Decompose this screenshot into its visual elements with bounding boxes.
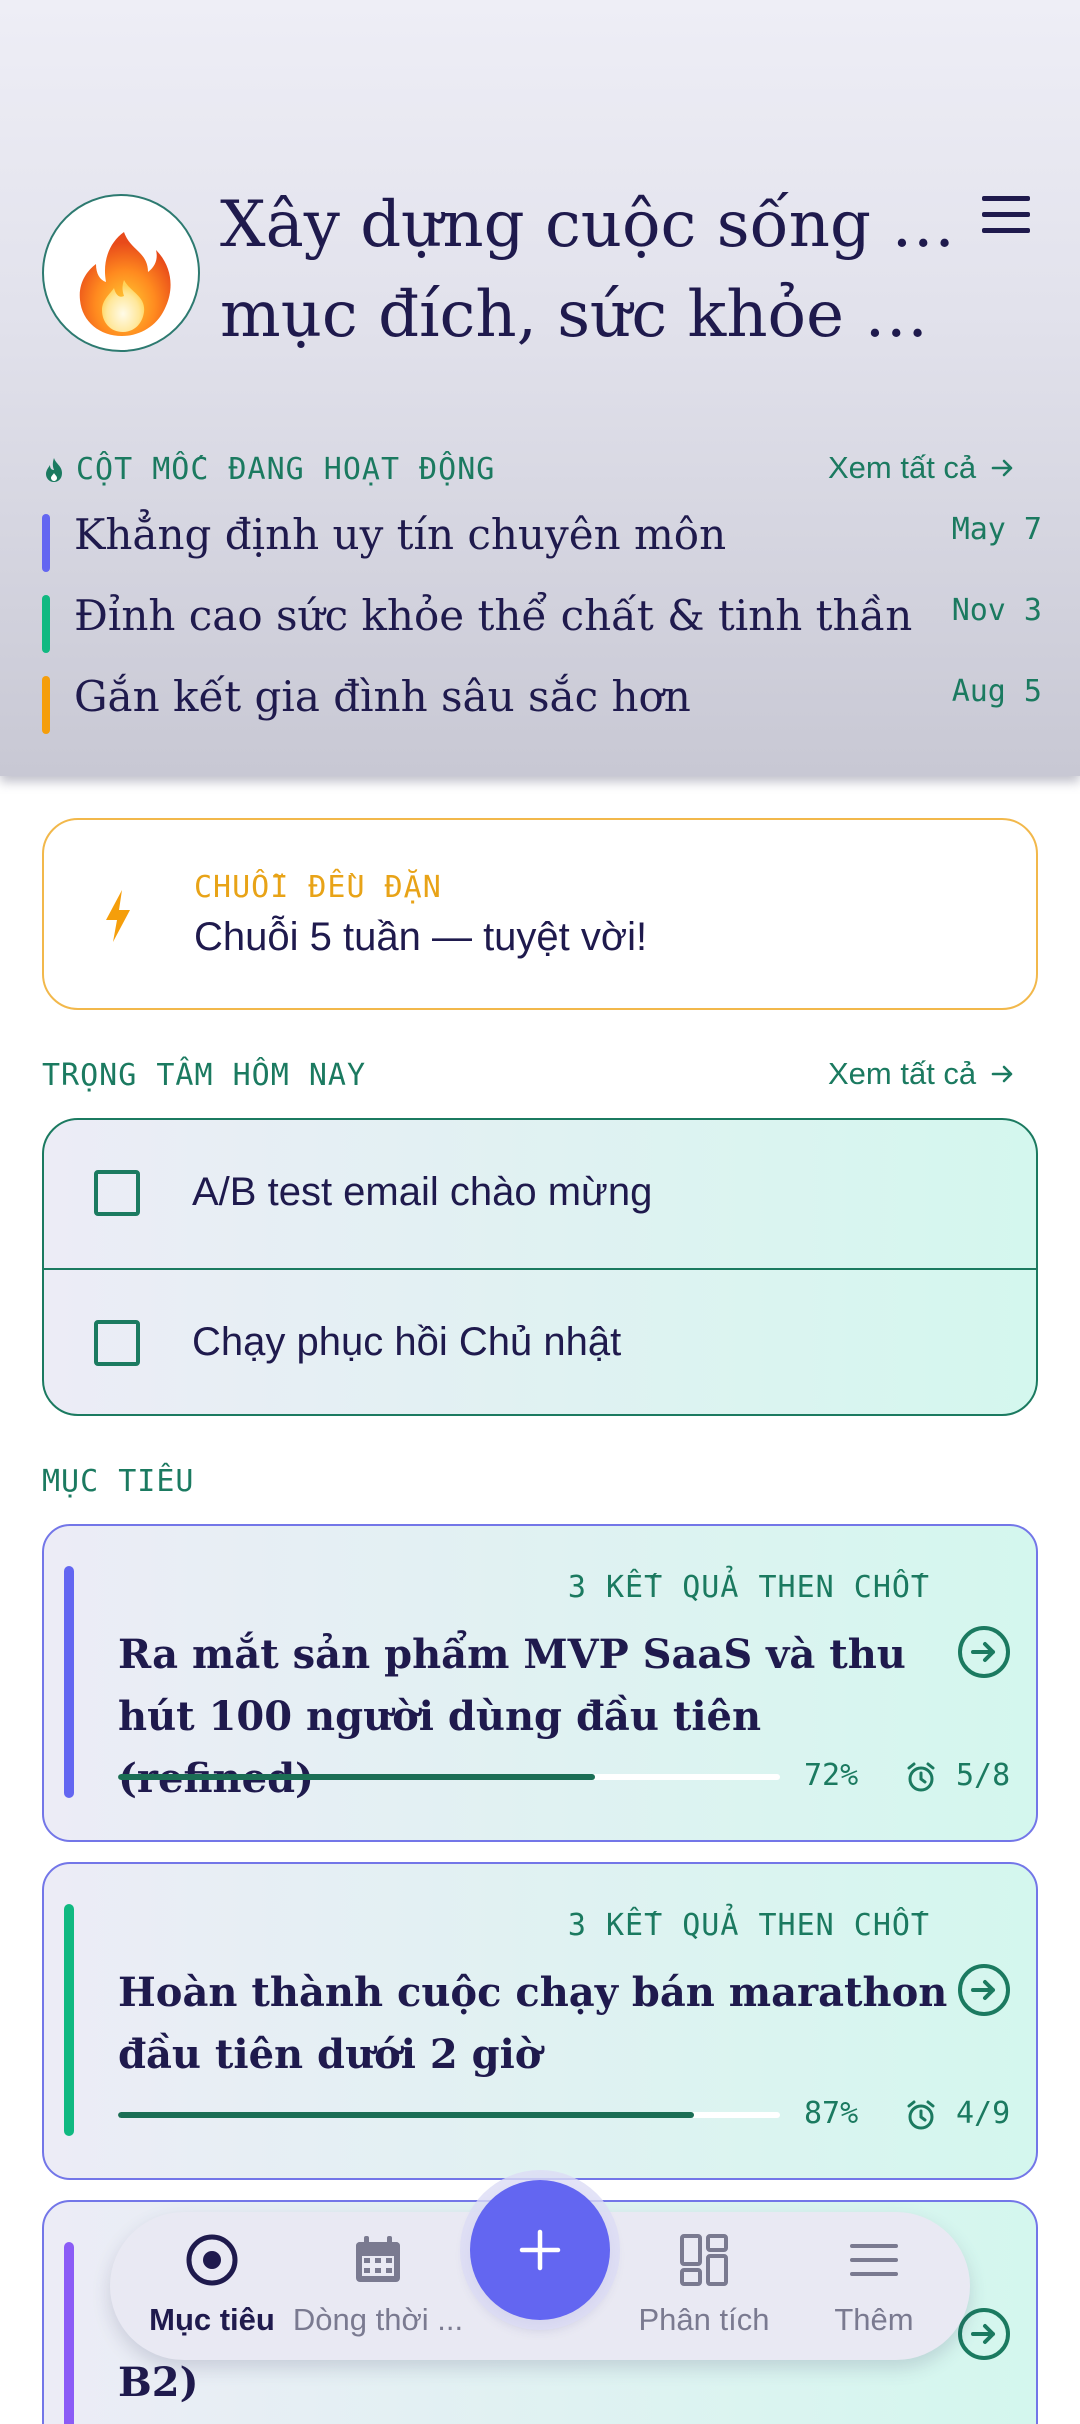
milestone-title: Đỉnh cao sức khỏe thể chất & tinh thần: [74, 591, 913, 640]
flame-small-icon: [46, 457, 62, 482]
page-title: Xây dựng cuộc sống có mục đích, sức khỏe…: [220, 180, 960, 360]
arrow-right-icon: [991, 1065, 1013, 1083]
milestone-title: Gắn kết gia đình sâu sắc hơn: [74, 672, 691, 721]
nav-item-more[interactable]: Thêm: [784, 2232, 964, 2342]
milestones-label: CỘT MỐC ĐANG HOẠT ĐỘNG: [76, 452, 496, 487]
goal-card[interactable]: 3 KẾT QUẢ THEN CHỐT Hoàn thành cuộc chạy…: [42, 1862, 1038, 2180]
goal-count: 4/9: [956, 2096, 1011, 2131]
add-button[interactable]: [470, 2180, 610, 2320]
dashboard-icon: [680, 2234, 728, 2286]
milestone-item[interactable]: Gắn kết gia đình sâu sắc hơn Aug 5: [42, 672, 1042, 734]
goal-progress-percent: 72%: [804, 1758, 859, 1793]
arrow-circle-right-icon[interactable]: [956, 1962, 1012, 2018]
milestone-item[interactable]: Đỉnh cao sức khỏe thể chất & tinh thần N…: [42, 591, 1042, 653]
focus-label: TRỌNG TÂM HÔM NAY: [42, 1058, 367, 1093]
fire-icon: [79, 232, 171, 336]
page-title-line-1: Xây dựng cuộc sống có: [220, 188, 960, 262]
goal-count: 5/8: [956, 1758, 1011, 1793]
task-text: Chạy phục hồi Chủ nhật: [192, 1320, 622, 1364]
nav-label: Phân tích: [638, 2302, 770, 2337]
lightning-icon: [106, 890, 130, 942]
key-results-count: 3 KẾT QUẢ THEN CHỐT: [567, 1908, 930, 1943]
focus-see-all-link[interactable]: Xem tất cả: [828, 1056, 1016, 1092]
milestone-color-bar: [42, 595, 50, 653]
milestone-title: Khẳng định uy tín chuyên môn: [74, 510, 727, 559]
milestone-color-bar: [42, 514, 50, 572]
focus-task-row[interactable]: Chạy phục hồi Chủ nhật: [44, 1268, 1036, 1414]
goal-progress-fill: [118, 1774, 595, 1780]
milestones-see-all-link[interactable]: Xem tất cả: [828, 450, 1016, 486]
streak-label: CHUỖI ĐỀU ĐẶN: [194, 870, 442, 905]
task-checkbox[interactable]: [94, 1170, 140, 1216]
nav-label: Dòng thời ...: [292, 2302, 464, 2337]
calendar-icon: [356, 2236, 400, 2282]
milestone-date: Nov 3: [951, 593, 1042, 628]
page-title-line-2: mục đích, sức khỏe và t...: [220, 278, 960, 352]
hamburger-menu-icon[interactable]: [978, 194, 1034, 236]
goal-color-bar: [64, 1904, 74, 2136]
menu-icon: [850, 2244, 898, 2276]
goals-label: MỤC TIÊU: [42, 1464, 195, 1499]
goal-progress-bar: [118, 2112, 780, 2118]
focus-task-row[interactable]: A/B test email chào mừng: [44, 1120, 1036, 1268]
alarm-clock-icon: [907, 1762, 935, 1792]
goal-title: B2): [118, 2359, 199, 2406]
plus-icon: [519, 2229, 561, 2271]
goal-progress-fill: [118, 2112, 694, 2118]
key-results-count: 3 KẾT QUẢ THEN CHỐT: [567, 1570, 930, 1605]
nav-item-timeline[interactable]: Dòng thời ...: [288, 2232, 468, 2342]
milestone-item[interactable]: Khẳng định uy tín chuyên môn May 7: [42, 510, 1042, 572]
goal-card[interactable]: 3 KẾT QUẢ THEN CHỐT Ra mắt sản phẩm MVP …: [42, 1524, 1038, 1842]
nav-item-analytics[interactable]: Phân tích: [614, 2232, 794, 2342]
alarm-clock-icon: [907, 2100, 935, 2130]
streak-text: Chuỗi 5 tuần — tuyệt vời!: [194, 915, 648, 959]
milestone-color-bar: [42, 676, 50, 734]
goal-progress-bar: [118, 1774, 780, 1780]
nav-item-goals[interactable]: Mục tiêu: [122, 2232, 302, 2342]
milestones-header: CỘT MỐC ĐANG HOẠT ĐỘNG: [42, 452, 495, 487]
arrow-right-icon: [991, 459, 1013, 477]
task-checkbox[interactable]: [94, 1320, 140, 1366]
see-all-label: Xem tất cả: [828, 450, 977, 485]
goal-color-bar: [64, 1566, 74, 1798]
task-text: A/B test email chào mừng: [192, 1170, 653, 1214]
goal-title: Hoàn thành cuộc chạy bán marathon đầu ti…: [118, 1969, 948, 2078]
avatar[interactable]: [42, 194, 200, 352]
milestone-date: May 7: [951, 512, 1042, 547]
target-icon: [186, 2234, 238, 2286]
nav-label: Thêm: [834, 2302, 914, 2337]
arrow-circle-right-icon[interactable]: [956, 2306, 1012, 2362]
arrow-circle-right-icon[interactable]: [956, 1624, 1012, 1680]
header: Xây dựng cuộc sống có mục đích, sức khỏe…: [0, 0, 1080, 776]
goal-color-bar: [64, 2242, 74, 2424]
goal-progress-percent: 87%: [804, 2096, 859, 2131]
see-all-label: Xem tất cả: [828, 1056, 977, 1091]
nav-label: Mục tiêu: [149, 2302, 275, 2337]
milestone-date: Aug 5: [951, 674, 1042, 709]
streak-card[interactable]: CHUỖI ĐỀU ĐẶN Chuỗi 5 tuần — tuyệt vời!: [42, 818, 1038, 1010]
focus-card: A/B test email chào mừng Chạy phục hồi C…: [42, 1118, 1038, 1416]
